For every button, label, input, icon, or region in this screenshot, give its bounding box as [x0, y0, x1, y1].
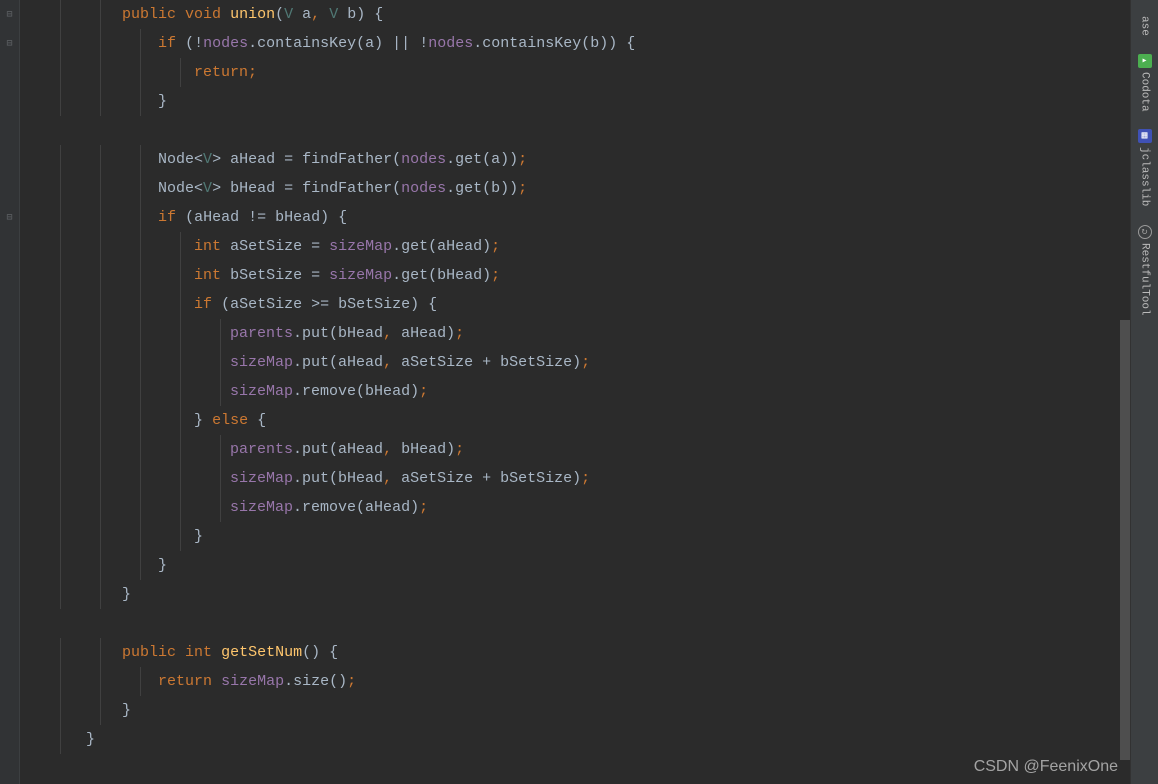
code-line[interactable]: int aSetSize = sizeMap.get(aHead); [50, 232, 1130, 261]
code-line[interactable] [50, 116, 1130, 145]
sidebar-item-label: jclasslib [1139, 147, 1151, 206]
fold-marker[interactable]: ⊟ [0, 0, 19, 29]
code-line[interactable]: Node<V> aHead = findFather(nodes.get(a))… [50, 145, 1130, 174]
code-line[interactable]: sizeMap.remove(aHead); [50, 493, 1130, 522]
sidebar-item-label: ase [1139, 16, 1151, 36]
right-tool-sidebar: ase ▸ Codota ▦ jclasslib ↻ RestfulTool [1130, 0, 1158, 784]
editor-container: ⊟ ⊟ ⊟ public void union(V a, V b) { if (… [0, 0, 1158, 784]
code-line[interactable]: Node<V> bHead = findFather(nodes.get(b))… [50, 174, 1130, 203]
code-line[interactable]: } [50, 696, 1130, 725]
sidebar-item-codota[interactable]: ▸ Codota [1134, 46, 1156, 120]
code-line[interactable]: public void union(V a, V b) { [50, 0, 1130, 29]
sidebar-item-label: Codota [1139, 72, 1151, 112]
scrollbar-track[interactable] [1118, 0, 1130, 784]
code-line[interactable] [50, 609, 1130, 638]
code-line[interactable]: if (aHead != bHead) { [50, 203, 1130, 232]
jclasslib-icon: ▦ [1138, 129, 1152, 143]
code-line[interactable]: sizeMap.remove(bHead); [50, 377, 1130, 406]
code-editor[interactable]: public void union(V a, V b) { if (!nodes… [20, 0, 1130, 784]
code-line[interactable]: } else { [50, 406, 1130, 435]
code-line[interactable]: public int getSetNum() { [50, 638, 1130, 667]
fold-marker[interactable]: ⊟ [0, 29, 19, 58]
code-line[interactable]: int bSetSize = sizeMap.get(bHead); [50, 261, 1130, 290]
sidebar-item-jclasslib[interactable]: ▦ jclasslib [1134, 121, 1156, 214]
code-line[interactable]: } [50, 725, 1130, 754]
code-line[interactable]: } [50, 87, 1130, 116]
code-line[interactable]: } [50, 522, 1130, 551]
fold-gutter: ⊟ ⊟ ⊟ [0, 0, 20, 784]
sidebar-item-ase[interactable]: ase [1135, 8, 1155, 44]
scrollbar-thumb[interactable] [1120, 320, 1130, 760]
code-line[interactable]: } [50, 551, 1130, 580]
code-line[interactable]: sizeMap.put(aHead, aSetSize + bSetSize); [50, 348, 1130, 377]
sidebar-item-label: RestfulTool [1139, 243, 1151, 316]
code-line[interactable]: parents.put(aHead, bHead); [50, 435, 1130, 464]
codota-icon: ▸ [1138, 54, 1152, 68]
code-line[interactable]: if (aSetSize >= bSetSize) { [50, 290, 1130, 319]
code-line[interactable]: parents.put(bHead, aHead); [50, 319, 1130, 348]
code-line[interactable]: } [50, 580, 1130, 609]
code-line[interactable]: sizeMap.put(bHead, aSetSize + bSetSize); [50, 464, 1130, 493]
sidebar-item-restfultool[interactable]: ↻ RestfulTool [1134, 217, 1156, 324]
code-line[interactable]: if (!nodes.containsKey(a) || !nodes.cont… [50, 29, 1130, 58]
code-line[interactable]: return; [50, 58, 1130, 87]
restful-icon: ↻ [1138, 225, 1152, 239]
watermark: CSDN @FeenixOne [974, 758, 1118, 776]
code-line[interactable]: return sizeMap.size(); [50, 667, 1130, 696]
fold-marker[interactable]: ⊟ [0, 203, 19, 232]
